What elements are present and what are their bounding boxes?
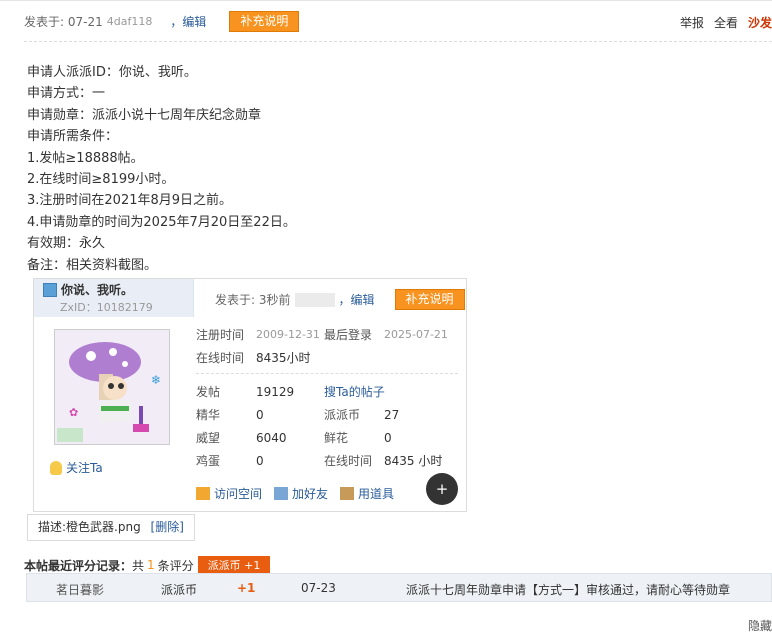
view-all-link[interactable]: 全看 [714,14,738,31]
online2-value: 8435 小时 [384,454,443,468]
content-line: 3.注册时间在2021年8月9日之前。 [27,193,233,209]
online2-label: 在线时间 [324,454,373,468]
content-line: 申请所需条件： [27,129,119,145]
user-stats: 注册时间 2009-12-31 最后登录 2025-07-21 在线时间 843… [196,323,460,472]
use-item-link: 用道具 [340,485,394,502]
stats-row: 精华 0 派派币 27 [196,403,460,426]
posts-value: 19129 [256,384,295,399]
posts-label: 发帖 [196,385,221,399]
supplement-button: 补充说明 [394,289,465,310]
blurred-hash [294,292,335,307]
reg-time-label: 注册时间 [196,328,245,342]
stats-row: 威望 6040 鲜花 0 [196,426,460,449]
username-text: 你说、我听。 [61,283,134,297]
content-line: 2.在线时间≥8199小时。 [27,172,175,188]
rating-date: 07-23 [301,581,336,595]
egg-label: 鸡蛋 [196,454,221,468]
flower-label: 鲜花 [324,431,349,445]
visit-space-label: 访问空间 [214,487,263,501]
home-icon [196,487,210,500]
online-label: 在线时间 [196,351,245,365]
rating-total-prefix: 共 [132,558,145,573]
floor-label: 沙发 [747,16,772,30]
reg-time-value: 2009-12-31 [256,328,320,341]
stats-row: 在线时间 8435小时 [196,346,460,369]
post-actions: 举报 全看 沙发 [680,14,772,31]
rating-value: +1 [237,581,256,595]
rating-header: 本帖最近评分记录： 共 1 条评分 派派币 +1 [24,556,271,574]
post-header: 发表于: 07-21 4daf118 ，编辑 补充说明 举报 全看 沙发 [0,0,772,42]
stats-row: 发帖 19129 搜Ta的帖子 [196,380,460,403]
content-line: 备注：相关资料截图。 [27,257,158,273]
add-friend-link: 加好友 [274,485,328,502]
supplement-button[interactable]: 补充说明 [229,11,300,32]
svg-text:❄: ❄ [151,373,161,387]
divider [24,41,772,42]
content-line: 1.发帖≥18888帖。 [27,150,144,166]
rating-total-suffix: 条评分 [157,558,194,573]
post-time: 发表于: 07-21 [24,15,103,29]
attached-screenshot[interactable]: 你说、我听。 ZxID：10182179 发表于: 3秒前 ，编辑 补充说明 ❄… [33,278,467,512]
digest-label: 精华 [196,408,221,422]
visit-space-link: 访问空间 [196,485,262,502]
zxid: ZxID：10182179 [60,301,153,314]
wand-icon [340,487,355,500]
username: 你说、我听。 [43,281,133,298]
egg-value: 0 [256,453,264,468]
caption-text: 描述:橙色武器.png [38,520,141,534]
prestige-label: 威望 [196,431,221,445]
delete-link[interactable]: [删除] [151,520,184,534]
report-link[interactable]: 举报 [680,14,704,31]
prestige-value: 6040 [256,430,287,445]
post-meta: 发表于: 07-21 4daf118 ，编辑 补充说明 [24,11,300,32]
digest-value: 0 [256,407,264,422]
flower-value: 0 [384,430,392,445]
online-value: 8435小时 [256,351,311,365]
coin-value: 27 [384,407,400,422]
avatar-illustration: ❄ ✿ [55,330,169,444]
edit-link[interactable]: ，编辑 [170,13,206,30]
rating-reason: 派派十七周年勋章申请【方式一】审核通过，请耐心等待勋章 [406,583,731,597]
use-item-label: 用道具 [358,487,395,501]
user-actions: 访问空间 加好友 用道具 [196,485,394,502]
friends-icon [274,487,289,500]
post-meta: 发表于: 3秒前 ，编辑 补充说明 [215,289,465,310]
last-login-value: 2025-07-21 [384,328,448,341]
content-line: 有效期：永久 [27,236,106,252]
stats-row: 注册时间 2009-12-31 最后登录 2025-07-21 [196,323,460,346]
post-time: 发表于: 3秒前 [215,293,291,307]
rating-count: 1 [147,558,155,572]
last-login-label: 最后登录 [324,328,373,342]
follow-button: 关注Ta [50,459,103,476]
add-friend-label: 加好友 [292,487,329,501]
hide-link[interactable]: 隐藏 [748,617,772,634]
content-line: 申请勋章：派派小说十七周年庆纪念勋章 [27,107,262,123]
rating-title: 本帖最近评分记录： [24,558,133,573]
user-box: 你说、我听。 ZxID：10182179 [34,279,194,317]
content-line: 4.申请勋章的时间为2025年7月20日至22日。 [27,214,296,230]
user-icon [43,282,57,297]
content-line: 申请方式：一 [27,86,106,102]
svg-text:✿: ✿ [69,406,78,419]
coin-label: 派派币 [324,408,361,422]
add-image-icon[interactable]: + [426,473,458,505]
rater-name[interactable]: 茗日暮影 [56,581,104,598]
rating-type: 派派币 [161,583,198,597]
bulb-icon [50,460,62,475]
content-line: 申请人派派ID：你说、我听。 [27,65,197,80]
divider [196,373,458,374]
rating-badge: 派派币 +1 [197,556,271,574]
post-hash: 4daf118 [106,15,153,28]
attachment-caption: 描述:橙色武器.png [删除] [27,514,195,541]
rating-row: 茗日暮影 派派币 +1 07-23 派派十七周年勋章申请【方式一】审核通过，请耐… [26,573,772,602]
stats-row: 鸡蛋 0 在线时间 8435 小时 [196,449,460,472]
follow-label: 关注Ta [66,461,103,475]
edit-link: ，编辑 [338,293,375,307]
post-content: 申请人派派ID：你说、我听。 申请方式：一 申请勋章：派派小说十七周年庆纪念勋章… [27,62,296,276]
avatar: ❄ ✿ [54,329,170,445]
search-posts-link: 搜Ta的帖子 [324,385,385,399]
